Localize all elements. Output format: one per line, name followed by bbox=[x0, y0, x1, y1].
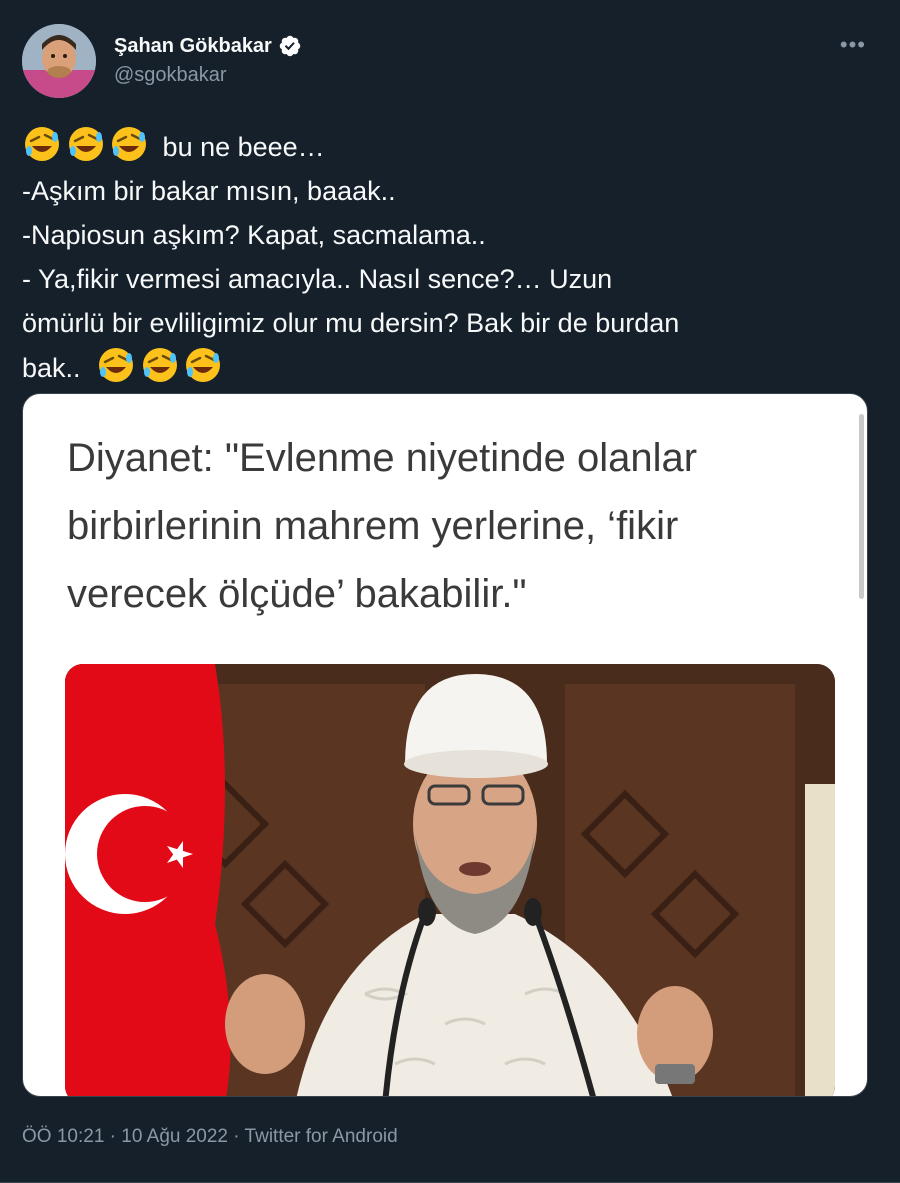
tweet-timestamp: ÖÖ 10:21 · 10 Ağu 2022 · Twitter for And… bbox=[22, 1126, 398, 1148]
media-quote-line: verecek ölçüde’ bakabilir." bbox=[67, 572, 527, 616]
meta-separator: · bbox=[233, 1126, 240, 1147]
media-scrollbar[interactable] bbox=[859, 414, 864, 599]
avatar[interactable] bbox=[22, 24, 96, 98]
more-horizontal-icon: ••• bbox=[839, 32, 866, 57]
verified-badge-icon bbox=[279, 35, 301, 57]
turkish-flag-icon bbox=[65, 664, 231, 1096]
rolling-laughing-emoji-icon bbox=[68, 127, 103, 161]
rolling-laughing-emoji-icon bbox=[142, 348, 177, 382]
media-quote-line: birbirlerinin mahrem yerlerine, ‘fikir bbox=[67, 504, 679, 548]
rolling-laughing-emoji-icon bbox=[99, 348, 134, 382]
media-photo bbox=[65, 664, 835, 1096]
media-quote-text: Diyanet: "Evlenme niyetinde olanlar birb… bbox=[67, 424, 827, 628]
tweet-line-1: bu ne beee… bbox=[22, 124, 872, 169]
tweet-line-2: -Aşkım bir bakar mısın, baaak.. bbox=[22, 176, 396, 206]
rolling-laughing-emoji-icon bbox=[186, 348, 221, 382]
more-options-button[interactable]: ••• bbox=[840, 32, 866, 58]
rolling-laughing-emoji-icon bbox=[112, 127, 147, 161]
tweet-media-image[interactable]: Diyanet: "Evlenme niyetinde olanlar birb… bbox=[22, 393, 868, 1097]
tweet-source[interactable]: Twitter for Android bbox=[245, 1126, 398, 1147]
tweet-line-4: - Ya,fikir vermesi amacıyla.. Nasıl senc… bbox=[22, 264, 613, 294]
tweet-text: bu ne beee… -Aşkım bir bakar mısın, baaa… bbox=[22, 124, 872, 390]
media-quote-line: Diyanet: "Evlenme niyetinde olanlar bbox=[67, 436, 698, 480]
meta-separator: · bbox=[109, 1126, 116, 1147]
author-display-name[interactable]: Şahan Gökbakar bbox=[114, 35, 272, 58]
tweet-time[interactable]: ÖÖ 10:21 bbox=[22, 1126, 104, 1147]
profile-avatar-image bbox=[22, 24, 96, 98]
tweet-line-text: bak.. bbox=[22, 353, 81, 383]
tweet-line-3: -Napiosun aşkım? Kapat, sacmalama.. bbox=[22, 220, 486, 250]
author-handle[interactable]: @sgokbakar bbox=[114, 64, 227, 87]
tweet-line-6: bak.. bbox=[22, 345, 872, 390]
tweet-date[interactable]: 10 Ağu 2022 bbox=[121, 1126, 228, 1147]
author-name-row[interactable]: Şahan Gökbakar bbox=[114, 34, 302, 58]
tweet-line-text: bu ne beee… bbox=[162, 132, 325, 162]
rolling-laughing-emoji-icon bbox=[25, 127, 59, 161]
podium-speaker-photo bbox=[65, 664, 835, 1096]
tweet-line-5: ömürlü bir evliligimiz olur mu dersin? B… bbox=[22, 308, 680, 338]
